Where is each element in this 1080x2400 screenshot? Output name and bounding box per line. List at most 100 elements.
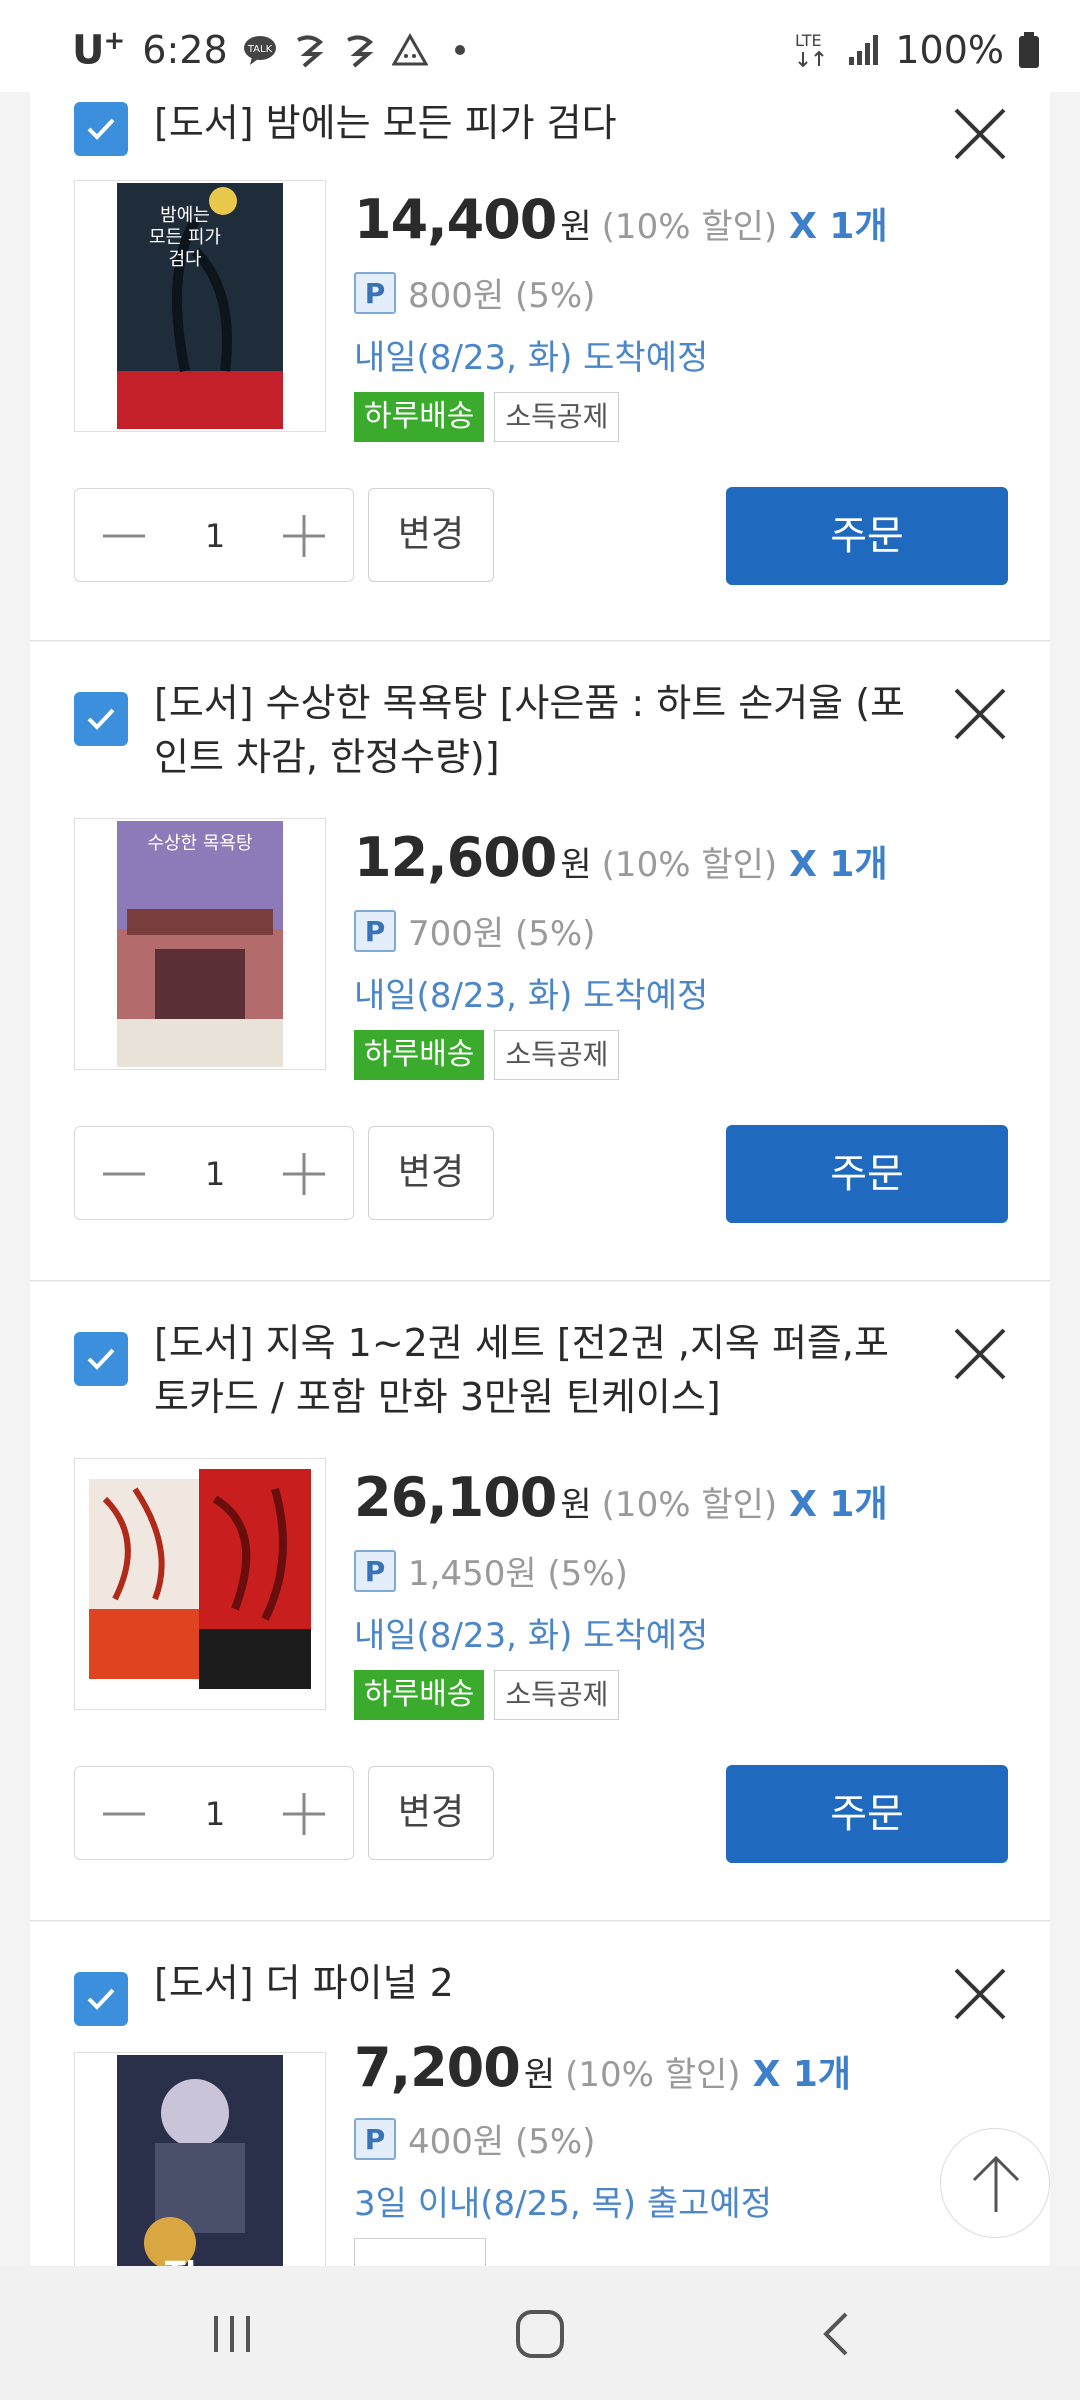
item-tags: 하루배송 소득공제: [354, 392, 620, 442]
lte-icon: LTE: [795, 31, 825, 68]
remove-item-icon[interactable]: [952, 1326, 1008, 1382]
quantity-label: X 1개: [789, 206, 888, 247]
point-line: P 700원 (5%): [354, 906, 595, 955]
tax-deduction-badge: 소득공제: [494, 1030, 620, 1080]
tax-deduction-badge: [354, 2238, 486, 2266]
change-quantity-button[interactable]: 변경: [368, 1126, 494, 1220]
point-badge: P: [354, 1549, 396, 1592]
check-icon: [87, 708, 115, 730]
item-tags: [354, 2238, 486, 2266]
check-icon: [87, 118, 115, 140]
delivery-estimate: 내일(8/23, 화) 도착예정: [354, 338, 709, 378]
delivery-estimate: 3일 이내(8/25, 목) 출고예정: [354, 2184, 772, 2224]
system-nav-bar: [0, 2266, 1080, 2400]
delivery-estimate: 내일(8/23, 화) 도착예정: [354, 976, 709, 1016]
discount-rate: (10% 할인): [565, 2055, 741, 2095]
svg-text:검다: 검다: [168, 249, 202, 270]
discount-rate: (10% 할인): [601, 1485, 778, 1525]
point-amount: 1,450원 (5%): [408, 1554, 628, 1594]
item-price: 26,100: [354, 1466, 557, 1529]
increase-quantity-button[interactable]: [279, 511, 329, 561]
delivery-estimate: 내일(8/23, 화) 도착예정: [354, 1616, 709, 1656]
item-checkbox[interactable]: [74, 1332, 128, 1386]
discount-rate: (10% 할인): [601, 207, 778, 247]
increase-quantity-button[interactable]: [279, 1789, 329, 1839]
cart-item: [도서] 지옥 1~2권 세트 [전2권 ,지옥 퍼즐,포토카드 / 포함 만화…: [30, 1282, 1050, 1921]
same-day-delivery-badge: 하루배송: [354, 1030, 485, 1080]
item-title[interactable]: [도서] 수상한 목욕탕 [사은품 : 하트 손거울 (포인트 차감, 한정수량…: [154, 676, 914, 784]
point-line: P 400원 (5%): [354, 2114, 595, 2163]
svg-text:수상한 목욕탕: 수상한 목욕탕: [147, 833, 252, 854]
home-icon[interactable]: [508, 2302, 572, 2366]
order-button[interactable]: 주문: [726, 1765, 1008, 1863]
messenger-icon: [296, 35, 324, 68]
book-cover-image[interactable]: 밤에는 모든 피가 검다: [74, 180, 326, 432]
alert-triangle-icon: [391, 32, 428, 66]
book-cover-image[interactable]: The: [74, 2052, 326, 2266]
item-title[interactable]: [도서] 밤에는 모든 피가 검다: [154, 96, 914, 150]
price-line: 26,100 원 (10% 할인) X 1개: [354, 1466, 888, 1529]
talk-icon: TALK: [243, 36, 276, 65]
currency-unit: 원: [523, 2055, 556, 2095]
cart-item: [도서] 수상한 목욕탕 [사은품 : 하트 손거울 (포인트 차감, 한정수량…: [30, 642, 1050, 1281]
change-quantity-button[interactable]: 변경: [368, 488, 494, 582]
item-tags: 하루배송 소득공제: [354, 1670, 620, 1720]
item-checkbox[interactable]: [74, 102, 128, 156]
back-icon[interactable]: [806, 2302, 870, 2366]
item-price: 12,600: [354, 826, 557, 889]
messenger-icon: [346, 35, 374, 68]
quantity-stepper: 1: [74, 488, 354, 582]
remove-item-icon[interactable]: [952, 1966, 1008, 2022]
quantity-label: X 1개: [789, 844, 888, 885]
dot-icon: [454, 45, 465, 55]
remove-item-icon[interactable]: [952, 106, 1008, 162]
item-price: 14,400: [354, 188, 557, 251]
tax-deduction-badge: 소득공제: [494, 392, 620, 442]
item-checkbox[interactable]: [74, 692, 128, 746]
point-line: P 800원 (5%): [354, 268, 595, 317]
point-badge: P: [354, 2117, 396, 2160]
discount-rate: (10% 할인): [601, 845, 778, 885]
battery-percent: 100%: [895, 28, 1004, 72]
book-cover-image[interactable]: [74, 1458, 326, 1710]
svg-text:The: The: [165, 2256, 227, 2266]
quantity-label: X 1개: [752, 2054, 852, 2095]
svg-text:LTE: LTE: [795, 31, 822, 50]
quantity-stepper: 1: [74, 1766, 354, 1860]
point-amount: 800원 (5%): [408, 276, 596, 316]
order-button[interactable]: 주문: [726, 1125, 1008, 1223]
point-amount: 400원 (5%): [408, 2122, 596, 2162]
item-title[interactable]: [도서] 더 파이널 2: [154, 1956, 914, 2010]
book-cover-image[interactable]: 수상한 목욕탕: [74, 818, 326, 1070]
item-title[interactable]: [도서] 지옥 1~2권 세트 [전2권 ,지옥 퍼즐,포토카드 / 포함 만화…: [154, 1316, 914, 1424]
check-icon: [87, 1348, 115, 1370]
same-day-delivery-badge: 하루배송: [354, 1670, 485, 1720]
same-day-delivery-badge: 하루배송: [354, 392, 485, 442]
point-amount: 700원 (5%): [408, 914, 596, 954]
price-line: 12,600 원 (10% 할인) X 1개: [354, 826, 888, 889]
signal-icon: [849, 35, 879, 65]
check-icon: [87, 1988, 115, 2010]
battery-icon: [1019, 32, 1039, 68]
quantity-label: X 1개: [789, 1484, 888, 1525]
recent-apps-icon[interactable]: [200, 2302, 264, 2366]
scroll-to-top-button[interactable]: [940, 2128, 1050, 2238]
change-quantity-button[interactable]: 변경: [368, 1766, 494, 1860]
currency-unit: 원: [560, 845, 592, 885]
cart-item: [도서] 밤에는 모든 피가 검다 밤에는 모든 피가 검다 14,400 원 (10%…: [30, 92, 1050, 641]
status-time: 6:28: [142, 28, 228, 72]
currency-unit: 원: [560, 207, 592, 247]
price-line: 14,400 원 (10% 할인) X 1개: [354, 188, 888, 251]
point-line: P 1,450원 (5%): [354, 1546, 628, 1595]
item-checkbox[interactable]: [74, 1972, 128, 2026]
svg-text:TALK: TALK: [246, 44, 272, 55]
item-price: 7,200: [354, 2036, 521, 2099]
cart-list[interactable]: [도서] 밤에는 모든 피가 검다 밤에는 모든 피가 검다 14,400 원 (10%…: [30, 92, 1050, 2266]
arrow-up-icon: [972, 2155, 1020, 2212]
cart-item: [도서] 더 파이널 2 The 7,200원(10% 할인) X 1개 P 40…: [30, 1922, 1050, 2266]
currency-unit: 원: [560, 1485, 592, 1525]
increase-quantity-button[interactable]: [279, 1149, 329, 1199]
tax-deduction-badge: 소득공제: [494, 1670, 620, 1720]
order-button[interactable]: 주문: [726, 487, 1008, 585]
remove-item-icon[interactable]: [952, 686, 1008, 742]
